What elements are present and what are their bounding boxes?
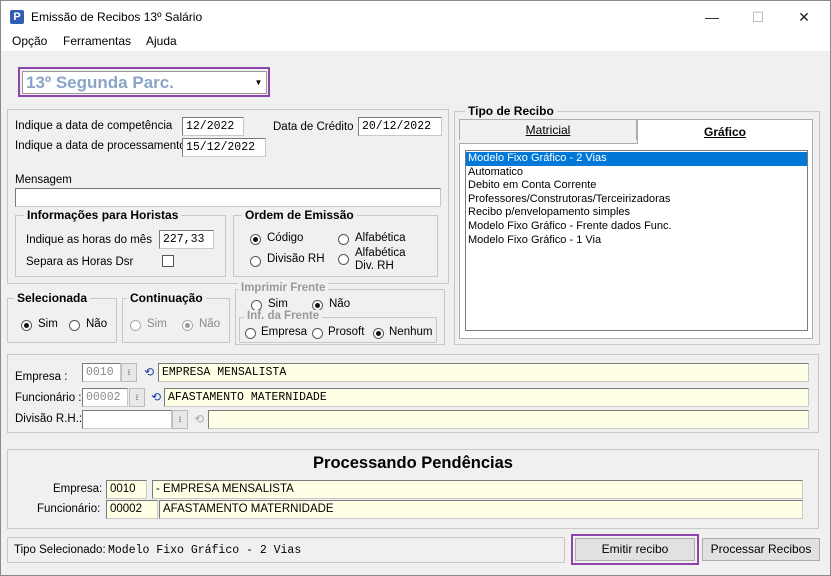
continuacao-nao-label: Não	[199, 318, 221, 330]
divisao-name-field	[208, 410, 809, 429]
download-icon[interactable]: ⭳	[121, 363, 137, 382]
empresa-name-field: EMPRESA MENSALISTA	[158, 363, 809, 382]
alfabetica-label: Alfabética	[355, 232, 406, 244]
pend-empresa-label: Empresa:	[53, 483, 103, 495]
status-value: Modelo Fixo Gráfico - 2 Vias	[108, 544, 302, 557]
processamento-field[interactable]: 15/12/2022	[182, 138, 266, 157]
separa-checkbox[interactable]	[162, 255, 174, 267]
close-button[interactable]: ✕	[781, 4, 827, 30]
frente-nao-label: Não	[329, 298, 351, 310]
radio-selecionada-nao[interactable]	[69, 320, 80, 331]
funcionario-label: Funcionário :	[15, 392, 82, 404]
undo-icon[interactable]: ⟲	[149, 388, 163, 407]
inf-prosoft-label: Prosoft	[328, 326, 365, 338]
continuacao-sim-label: Sim	[147, 318, 167, 330]
alfabetica-div-label-2: Div. RH	[355, 260, 394, 272]
download-icon[interactable]: ⭳	[129, 388, 145, 407]
menu-ajuda[interactable]: Ajuda	[146, 34, 177, 48]
list-item[interactable]: Modelo Fixo Gráfico - 2 Vias	[466, 152, 807, 166]
minimize-button[interactable]: —	[689, 4, 735, 30]
app-icon: P	[10, 10, 24, 24]
list-item[interactable]: Modelo Fixo Gráfico - Frente dados Func.	[466, 220, 807, 234]
continuacao-title: Continuação	[127, 291, 206, 305]
credito-field[interactable]: 20/12/2022	[358, 117, 442, 136]
tab-grafico[interactable]: Gráfico	[637, 119, 813, 144]
imprimir-frente-title: Imprimir Frente	[238, 282, 329, 294]
list-item[interactable]: Professores/Construtoras/Terceirizadoras	[466, 193, 807, 207]
menu-bar: Opção Ferramentas Ajuda	[1, 31, 830, 51]
list-item[interactable]: Debito em Conta Corrente	[466, 179, 807, 193]
radio-selecionada-sim[interactable]	[21, 320, 32, 331]
codigo-label: Código	[267, 232, 304, 244]
mensagem-label: Mensagem	[15, 174, 72, 186]
undo-icon[interactable]: ⟲	[142, 363, 156, 382]
funcionario-code-field[interactable]: 00002	[82, 388, 128, 407]
selecionada-sim-label: Sim	[38, 318, 58, 330]
inf-frente-title: Inf. da Frente	[244, 310, 323, 322]
pend-empresa-name: - EMPRESA MENSALISTA	[152, 480, 803, 499]
list-item[interactable]: Modelo Fixo Gráfico - 1 Via	[466, 234, 807, 248]
window-title: Emissão de Recibos 13º Salário	[31, 10, 203, 24]
menu-ferramentas[interactable]: Ferramentas	[63, 34, 131, 48]
tipo-recibo-title: Tipo de Recibo	[465, 104, 557, 118]
menu-opcao[interactable]: Opção	[12, 34, 47, 48]
radio-inf-nenhum[interactable]	[373, 328, 384, 339]
tab-grafico-label: Gráfico	[703, 125, 746, 139]
empresa-code-field[interactable]: 0010	[82, 363, 121, 382]
radio-continuacao-nao[interactable]	[182, 320, 193, 331]
processamento-label: Indique a data de processamento	[15, 140, 186, 152]
alfabetica-div-label-1: Alfabética	[355, 247, 406, 259]
horistas-title: Informações para Horistas	[24, 208, 182, 222]
divisao-label: Divisão R.H.:	[15, 413, 83, 425]
inf-empresa-label: Empresa	[261, 326, 308, 338]
list-item[interactable]: Automatico	[466, 166, 807, 180]
radio-divisao-rh[interactable]	[250, 256, 261, 267]
tab-matricial-label: Matricial	[525, 123, 571, 137]
list-item[interactable]: Recibo p/envelopamento simples	[466, 206, 807, 220]
main-window: P Emissão de Recibos 13º Salário — ☐ ✕ O…	[0, 0, 831, 576]
pend-funcionario-code: 00002	[106, 500, 158, 519]
status-label: Tipo Selecionado:	[14, 544, 106, 556]
selecionada-nao-label: Não	[86, 318, 108, 330]
horas-label: Indique as horas do mês	[26, 234, 152, 246]
radio-codigo[interactable]	[250, 234, 261, 245]
pend-empresa-code: 0010	[106, 480, 147, 499]
radio-alfabetica-div[interactable]	[338, 254, 349, 265]
pend-funcionario-label: Funcionário:	[37, 503, 101, 515]
ordem-group: Ordem de Emissão	[233, 208, 438, 277]
download-icon[interactable]: ⭳	[172, 410, 188, 429]
horas-field[interactable]: 227,33	[159, 230, 214, 249]
radio-inf-prosoft[interactable]	[312, 328, 323, 339]
recibo-type-list[interactable]: Modelo Fixo Gráfico - 2 Vias Automatico …	[465, 150, 808, 331]
emitir-recibo-button[interactable]: Emitir recibo	[575, 538, 695, 561]
tab-matricial[interactable]: Matricial	[459, 119, 637, 140]
ordem-title: Ordem de Emissão	[242, 208, 357, 222]
processar-recibos-button[interactable]: Processar Recibos	[702, 538, 820, 561]
divisao-code-field[interactable]	[82, 410, 172, 429]
divisao-rh-label: Divisão RH	[267, 253, 325, 265]
competencia-label: Indique a data de competência	[15, 120, 173, 132]
selecionada-title: Selecionada	[14, 291, 91, 305]
credito-label: Data de Crédito	[273, 121, 354, 133]
maximize-button[interactable]: ☐	[735, 4, 781, 30]
competencia-field[interactable]: 12/2022	[182, 117, 244, 136]
frente-sim-label: Sim	[268, 298, 288, 310]
radio-continuacao-sim[interactable]	[130, 320, 141, 331]
parcel-select[interactable]: 13º Segunda Parc. ▼	[22, 71, 267, 94]
mensagem-field[interactable]	[15, 188, 441, 207]
parcel-select-value: 13º Segunda Parc.	[26, 73, 174, 92]
radio-inf-empresa[interactable]	[245, 328, 256, 339]
chevron-down-icon[interactable]: ▼	[251, 72, 266, 93]
pend-funcionario-name: AFASTAMENTO MATERNIDADE	[159, 500, 803, 519]
status-bar: Tipo Selecionado: Modelo Fixo Gráfico - …	[7, 537, 565, 563]
inf-nenhum-label: Nenhum	[389, 326, 433, 338]
funcionario-name-field: AFASTAMENTO MATERNIDADE	[164, 388, 809, 407]
empresa-label: Empresa :	[15, 371, 68, 383]
radio-alfabetica[interactable]	[338, 234, 349, 245]
undo-icon[interactable]: ⟲	[192, 410, 206, 429]
pendencias-title: Processando Pendências	[313, 454, 513, 472]
separa-label: Separa as Horas Dsr	[26, 256, 134, 268]
title-bar: P Emissão de Recibos 13º Salário — ☐ ✕	[1, 1, 830, 31]
